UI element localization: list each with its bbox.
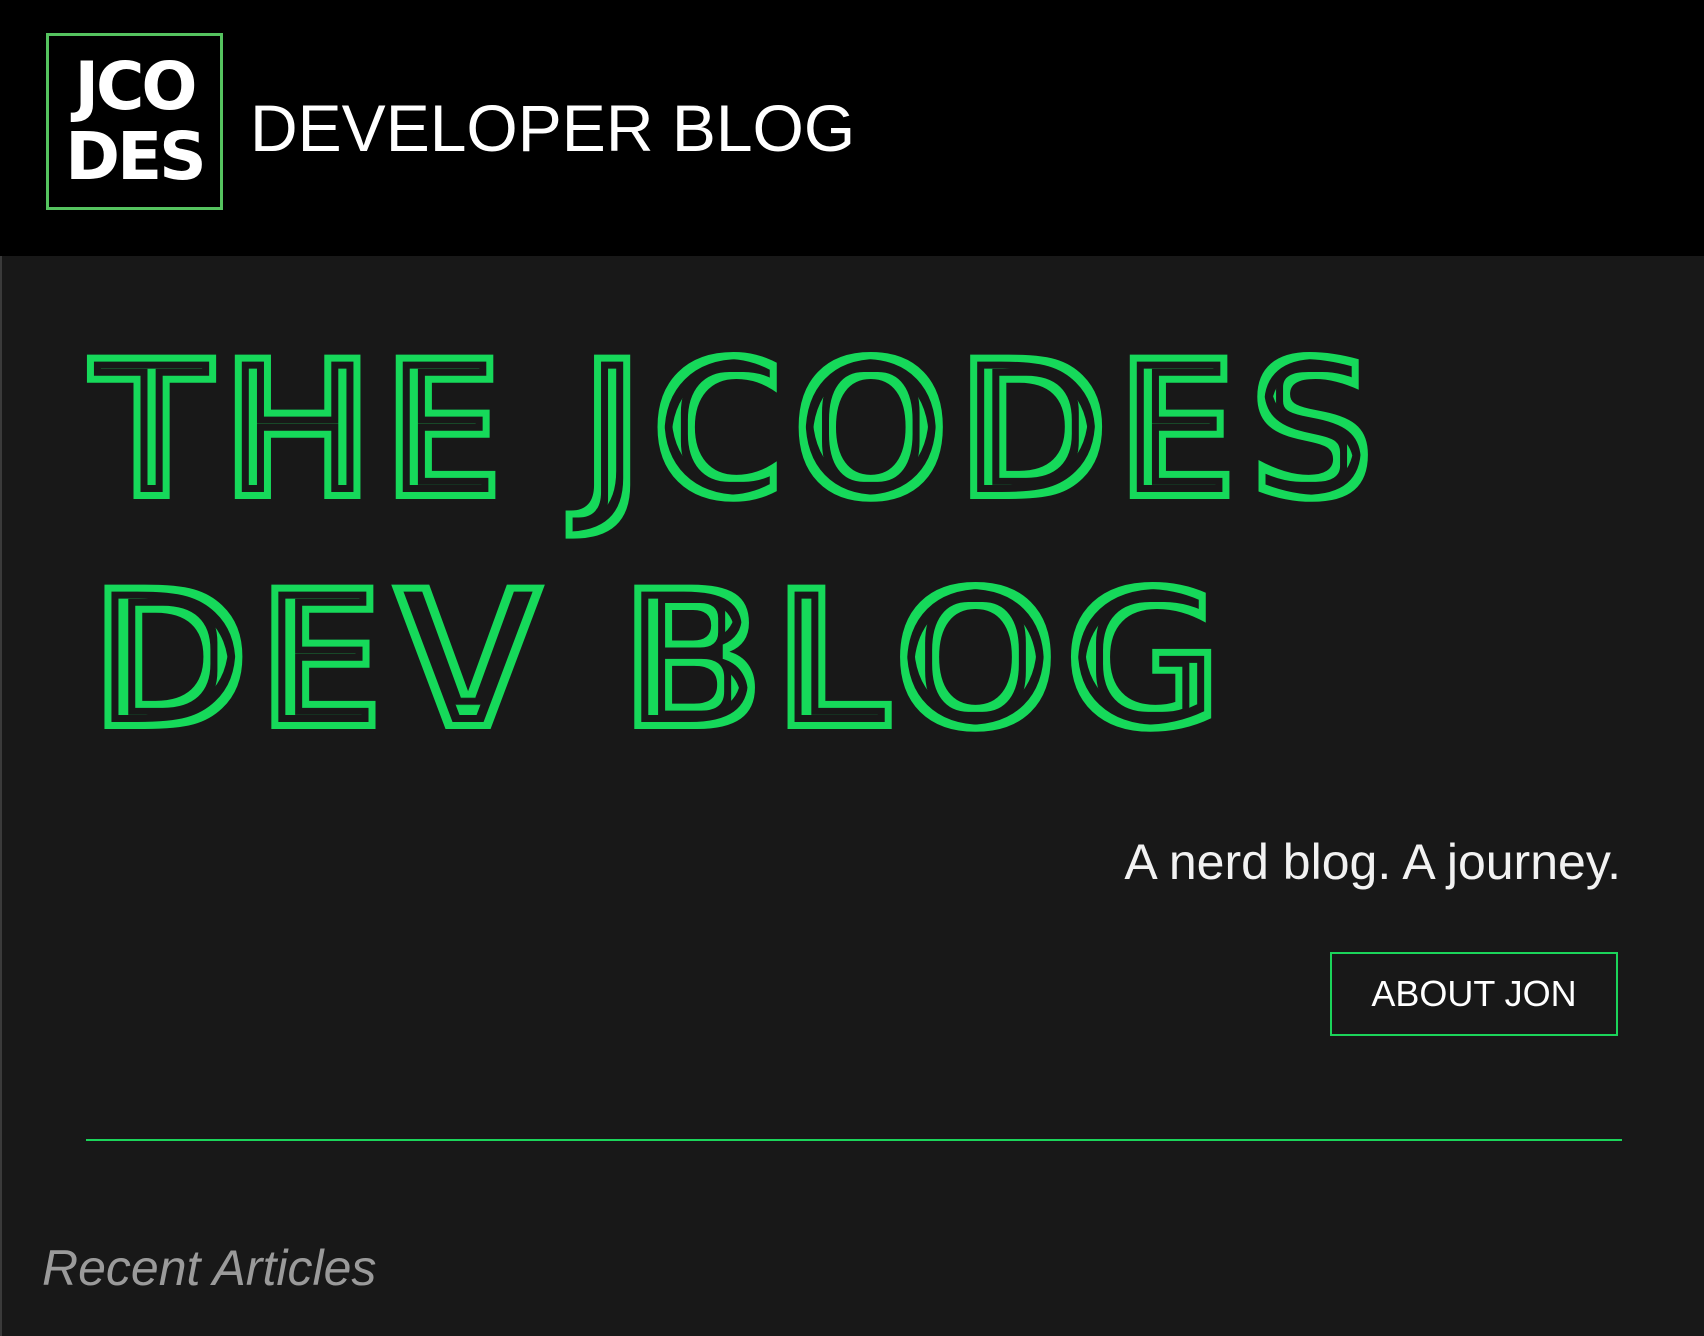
section-divider [86,1139,1622,1141]
site-header: JCO DES DEVELOPER BLOG [0,0,1704,256]
hero-title-graphic: THE JCODES DEV BLOG [86,315,1382,776]
logo-line-2: DES [65,117,206,195]
site-name-link[interactable]: DEVELOPER BLOG [250,90,855,166]
hero-title-line-1: THE JCODES [86,315,1382,546]
logo-line-1: JCO [74,47,197,125]
recent-articles-heading: Recent Articles [42,1240,377,1296]
hero-title: THE JCODES DEV BLOG [86,315,1586,776]
site-logo[interactable]: JCO DES [46,33,223,210]
hero-title-line-2: DEV BLOG [86,545,1226,776]
hero-tagline: A nerd blog. A journey. [1124,834,1621,890]
about-jon-button[interactable]: ABOUT JON [1330,952,1618,1036]
